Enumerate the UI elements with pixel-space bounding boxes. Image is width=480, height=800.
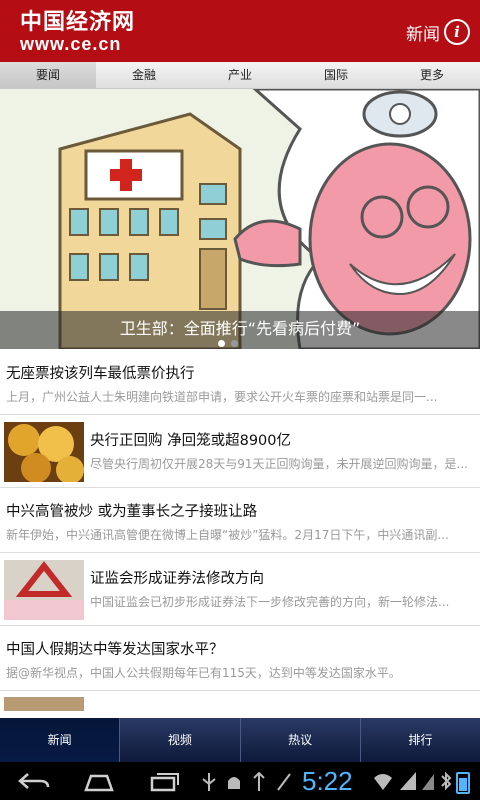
usb-connected-icon [253,772,265,791]
news-summary: 中国证监会已初步形成证券法下一步修改完善的方向，新一轮修法... [90,595,450,609]
carousel-dot[interactable] [218,340,225,347]
tab-chanye[interactable]: 产业 [192,62,288,88]
news-thumbnail [4,422,84,482]
list-item[interactable]: 央行正回购 净回笼或超8900亿 尽管央行周初仅开展28天与91天正回购询量，未… [0,415,480,488]
news-title: 央行正回购 净回笼或超8900亿 [90,433,292,449]
news-summary: 新年伊始，中兴通讯高管便在微博上自曝“被炒”猛料。2月17日下午，中兴通讯副..… [6,528,449,542]
signal-icon [422,774,434,790]
tab-guoji[interactable]: 国际 [288,62,384,88]
news-title: 证监会形成证券法修改方向 [90,571,264,587]
list-item[interactable]: 无座票按该列车最低票价执行 上月，广州公益人士朱明建向铁道部申请，要求公开火车票… [0,350,480,415]
news-title: 无座票按该列车最低票价执行 [6,366,195,382]
news-title: 中兴高管被炒 或为董事长之子接班让路 [6,504,258,520]
no-sim-icon [277,773,291,791]
featured-banner[interactable]: 卫生部：全面推行“先看病后付费” [0,89,480,349]
app-header: 中国经济网 www.ce.cn 新闻 i [0,0,480,62]
android-debug-icon [228,777,240,789]
wifi-icon [374,774,392,790]
info-icon[interactable]: i [444,19,470,45]
banner-caption: 卫生部：全面推行“先看病后付费” [0,311,480,349]
carousel-dots [218,340,238,347]
list-item-partial[interactable] [0,691,480,711]
bottom-nav: 新闻 视频 热议 排行 [0,718,480,762]
recent-apps-icon[interactable] [148,770,182,792]
bottom-tab-ranking[interactable]: 排行 [361,718,480,762]
signal-icon [400,772,416,790]
bluetooth-icon [441,771,452,791]
clock: 5:22 [302,766,353,796]
bottom-tab-news[interactable]: 新闻 [0,718,121,762]
logo: 中国经济网 www.ce.cn [20,10,135,54]
news-list: 无座票按该列车最低票价执行 上月，广州公益人士朱明建向铁道部申请，要求公开火车票… [0,350,480,711]
list-item[interactable]: 中国人假期达中等发达国家水平？ 据@新华视点，中国人公共假期每年已有115天，达… [0,626,480,691]
news-thumbnail [4,697,84,711]
tab-jinrong[interactable]: 金融 [96,62,192,88]
list-item[interactable]: 证监会形成证券法修改方向 中国证监会已初步形成证券法下一步修改完善的方向，新一轮… [0,553,480,626]
tab-more[interactable]: 更多 [384,62,480,88]
news-summary: 据@新华视点，中国人公共假期每年已有115天，达到中等发达国家水平。 [6,666,401,680]
category-tabs: 要闻 金融 产业 国际 更多 [0,62,480,89]
list-item[interactable]: 中兴高管被炒 或为董事长之子接班让路 新年伊始，中兴通讯高管便在微博上自曝“被炒… [0,488,480,553]
banner-illustration [0,89,480,349]
logo-cn: 中国经济网 [20,9,136,35]
logo-url: www.ce.cn [20,34,122,54]
usb-icon [202,773,216,791]
news-summary: 尽管央行周初仅开展28天与91天正回购询量，未开展逆回购询量，是... [90,457,468,471]
news-summary: 上月，广州公益人士朱明建向铁道部申请，要求公开火车票的座票和站票是同一... [6,390,438,404]
battery-icon [456,772,470,794]
bottom-tab-video[interactable]: 视频 [120,718,241,762]
back-icon[interactable] [16,770,50,792]
system-navigation-bar: 5:22 [0,762,480,800]
bottom-tab-discussion[interactable]: 热议 [241,718,361,762]
news-thumbnail [4,560,84,620]
carousel-dot[interactable] [231,340,238,347]
news-title: 中国人假期达中等发达国家水平？ [6,642,224,658]
tab-yaowen[interactable]: 要闻 [0,62,96,88]
home-icon[interactable] [82,770,116,792]
page-title: 新闻 [406,25,440,45]
